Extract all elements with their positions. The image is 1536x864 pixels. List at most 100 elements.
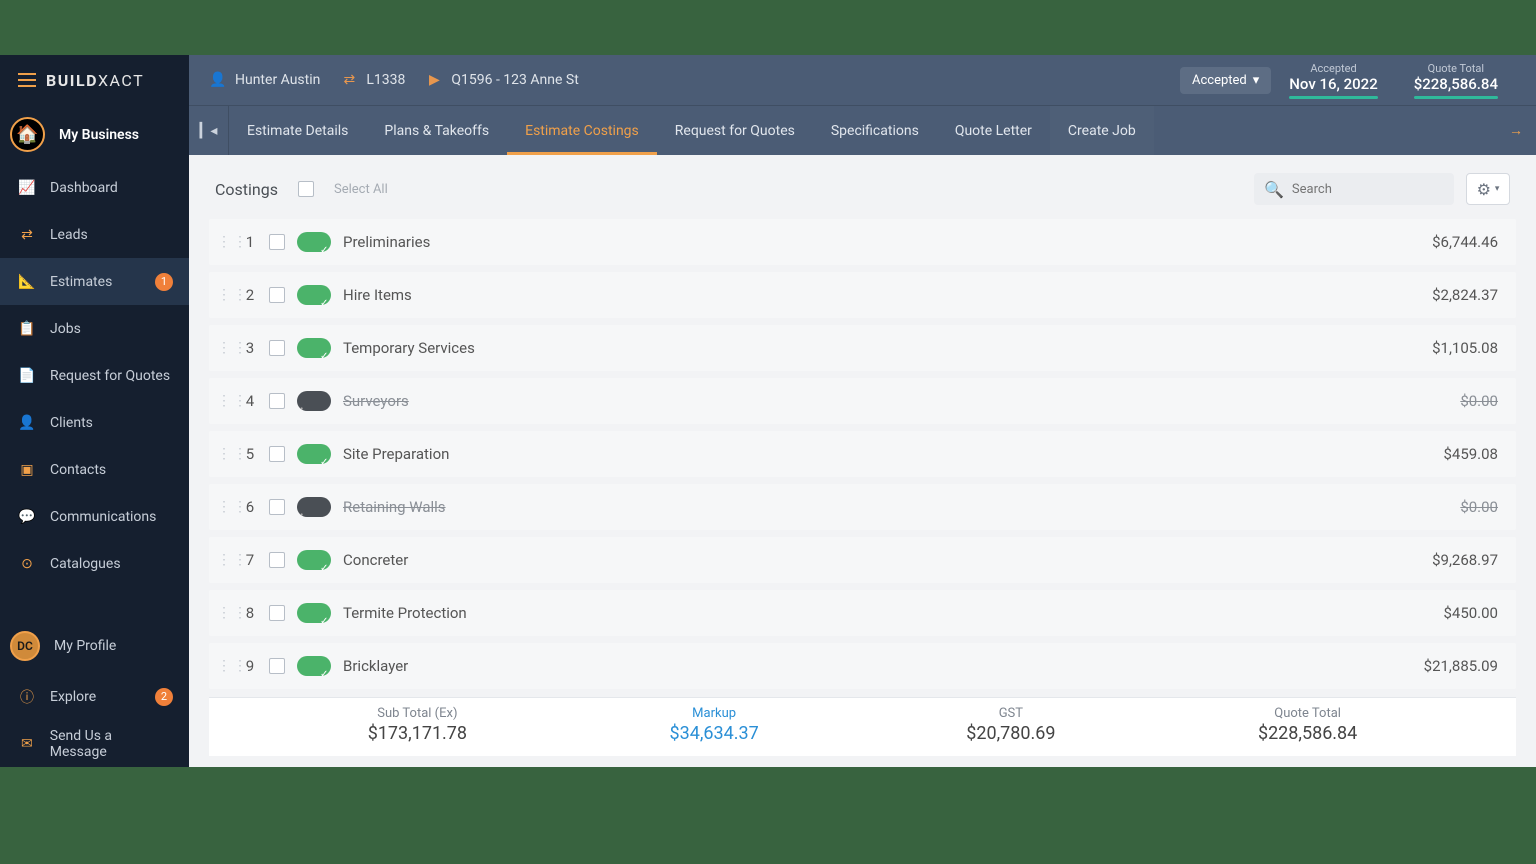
tab-plans-takeoffs[interactable]: Plans & Takeoffs [366,106,507,155]
nav-label: Clients [50,415,93,431]
row-name: Bricklayer [343,657,408,675]
drag-handle-icon[interactable]: ⋮⋮ [217,552,231,568]
sidebar-item-send-us-a-message[interactable]: ✉ Send Us a Message [0,720,189,767]
drag-handle-icon[interactable]: ⋮⋮ [217,393,231,409]
row-checkbox[interactable] [269,605,285,621]
select-all-checkbox[interactable] [298,181,314,197]
footer-value: $20,780.69 [863,723,1160,744]
msg-icon: ✉ [18,735,36,753]
nav-label: Send Us a Message [50,728,171,760]
tab-quote-letter[interactable]: Quote Letter [937,106,1050,155]
chart-icon: 📈 [18,179,36,197]
nav-label: Communications [50,509,156,525]
my-business-item[interactable]: 🏠 My Business [0,105,189,164]
logo: BUILDXACT [46,71,144,90]
row-toggle[interactable] [297,603,331,623]
expand-tabs-icon[interactable]: → [1496,106,1536,155]
search-box[interactable]: 🔍 ✕ [1254,173,1454,205]
costing-row[interactable]: ⋮⋮ 8 Termite Protection $450.00 [209,590,1516,636]
footer-sub-total-ex-: Sub Total (Ex)$173,171.78 [269,706,566,744]
nav-label: Catalogues [50,556,121,572]
costing-row[interactable]: ⋮⋮ 3 Temporary Services $1,105.08 [209,325,1516,371]
collapse-tabs-icon[interactable]: ▎◂ [189,106,229,155]
tab-request-for-quotes[interactable]: Request for Quotes [657,106,813,155]
row-name: Site Preparation [343,445,449,463]
clients-icon: 👤 [18,414,36,432]
tab-create-job[interactable]: Create Job [1050,106,1154,155]
footer-markup[interactable]: Markup$34,634.37 [566,706,863,744]
menu-toggle-icon[interactable] [18,73,36,87]
row-price: $21,885.09 [1424,657,1498,675]
row-toggle[interactable] [297,656,331,676]
sidebar-item-dashboard[interactable]: 📈 Dashboard [0,164,189,211]
sidebar-item-communications[interactable]: 💬Communications [0,493,189,540]
sidebar-item-catalogues[interactable]: ⊙Catalogues [0,540,189,587]
costing-row[interactable]: ⋮⋮ 4 Surveyors $0.00 [209,378,1516,424]
row-toggle[interactable] [297,444,331,464]
status-dropdown[interactable]: Accepted ▾ [1180,67,1271,94]
sidebar-item-jobs[interactable]: 📋Jobs [0,305,189,352]
drag-handle-icon[interactable]: ⋮⋮ [217,605,231,621]
breadcrumb-lead-label: L1338 [366,72,405,88]
sidebar-item-clients[interactable]: 👤 Clients [0,399,189,446]
sidebar-header: BUILDXACT [0,55,189,105]
drag-handle-icon[interactable]: ⋮⋮ [217,340,231,356]
drag-handle-icon[interactable]: ⋮⋮ [217,287,231,303]
row-toggle[interactable] [297,285,331,305]
kpi-value: $228,586.84 [1414,75,1498,99]
panel-title: Costings [215,180,278,199]
sidebar-item-estimates[interactable]: 📐Estimates1 [0,258,189,305]
row-checkbox[interactable] [269,658,285,674]
row-toggle[interactable] [297,232,331,252]
settings-button[interactable]: ⚙ ▾ [1466,173,1510,205]
kpi-quote-total: Quote Total$228,586.84 [1396,55,1516,105]
drag-handle-icon[interactable]: ⋮⋮ [217,499,231,515]
row-checkbox[interactable] [269,499,285,515]
breadcrumb-quote[interactable]: ▶ Q1596 - 123 Anne St [425,71,578,89]
tab-estimate-details[interactable]: Estimate Details [229,106,366,155]
footer-quote-total: Quote Total$228,586.84 [1159,706,1456,744]
costing-row[interactable]: ⋮⋮ 5 Site Preparation $459.08 [209,431,1516,477]
nav-label: Dashboard [50,180,118,196]
sidebar-item-leads[interactable]: ⇄Leads [0,211,189,258]
costing-row[interactable]: ⋮⋮ 2 Hire Items $2,824.37 [209,272,1516,318]
costing-row[interactable]: ⋮⋮ 1 Preliminaries $6,744.46 [209,219,1516,265]
chevron-down-icon: ▾ [1253,73,1260,88]
row-checkbox[interactable] [269,552,285,568]
row-number: 6 [243,498,257,516]
sidebar-item-contacts[interactable]: ▣Contacts [0,446,189,493]
avatar: DC [10,631,40,661]
business-icon: 🏠 [10,117,45,152]
row-checkbox[interactable] [269,340,285,356]
tab-specifications[interactable]: Specifications [813,106,937,155]
search-input[interactable] [1292,182,1458,197]
row-toggle[interactable] [297,550,331,570]
row-toggle[interactable] [297,338,331,358]
drag-handle-icon[interactable]: ⋮⋮ [217,658,231,674]
my-profile-item[interactable]: DC My Profile [0,619,189,673]
row-checkbox[interactable] [269,446,285,462]
costing-row[interactable]: ⋮⋮ 9 Bricklayer $21,885.09 [209,643,1516,689]
drag-handle-icon[interactable]: ⋮⋮ [217,446,231,462]
app-window: BUILDXACT 🏠 My Business 📈 Dashboard ⇄Leads… [0,55,1536,767]
costing-row[interactable]: ⋮⋮ 6 Retaining Walls $0.00 [209,484,1516,530]
row-checkbox[interactable] [269,393,285,409]
breadcrumb-owner[interactable]: 👤 Hunter Austin [209,71,320,89]
sidebar: BUILDXACT 🏠 My Business 📈 Dashboard ⇄Leads… [0,55,189,767]
row-price: $6,744.46 [1432,233,1498,251]
tab-estimate-costings[interactable]: Estimate Costings [507,106,657,155]
row-checkbox[interactable] [269,234,285,250]
sidebar-item-request-for-quotes[interactable]: 📄Request for Quotes [0,352,189,399]
row-toggle[interactable] [297,497,331,517]
drag-handle-icon[interactable]: ⋮⋮ [217,234,231,250]
breadcrumb-lead[interactable]: ⇄ L1338 [340,71,405,89]
row-checkbox[interactable] [269,287,285,303]
row-toggle[interactable] [297,391,331,411]
row-number: 5 [243,445,257,463]
breadcrumb-quote-label: Q1596 - 123 Anne St [451,72,578,88]
quote-icon: ▶ [425,71,443,89]
row-number: 8 [243,604,257,622]
sidebar-item-explore[interactable]: ⓘExplore2 [0,673,189,720]
costing-row[interactable]: ⋮⋮ 7 Concreter $9,268.97 [209,537,1516,583]
kpi-label: Quote Total [1414,62,1498,75]
